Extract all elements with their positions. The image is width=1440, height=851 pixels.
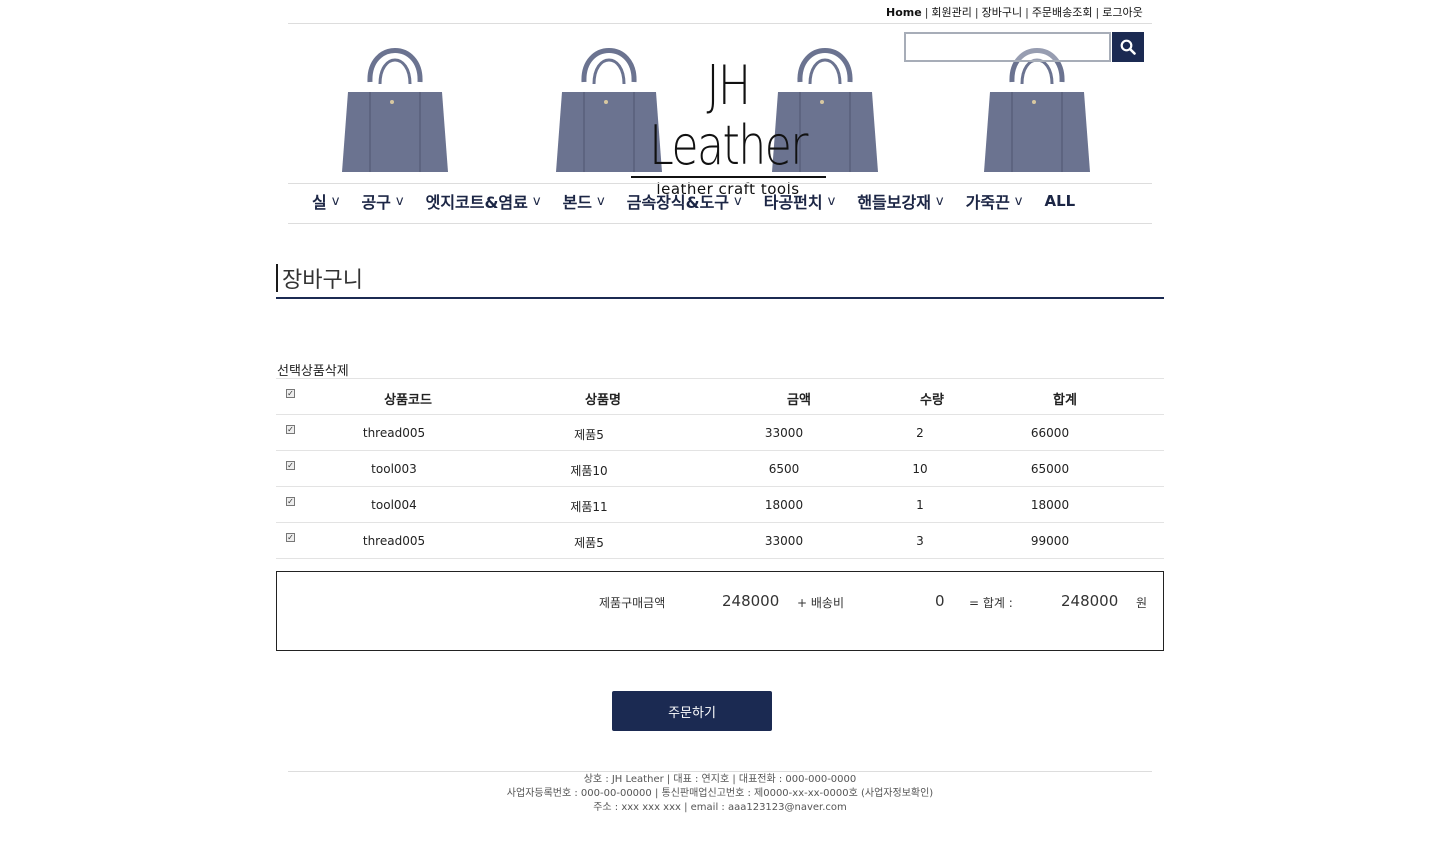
nav-item-edgecoat[interactable]: 엣지코트&염료 v bbox=[426, 189, 541, 213]
table-row: ✓ thread005 제품5 33000 3 99000 bbox=[276, 522, 1164, 559]
order-tracking-link[interactable]: 주문배송조회 bbox=[1032, 6, 1093, 19]
delete-selected-button[interactable]: 선택상품삭제 bbox=[277, 360, 349, 379]
cell-name: 제품5 bbox=[574, 536, 604, 550]
grand-total-value: 248000 bbox=[1061, 592, 1119, 610]
cell-name: 제품11 bbox=[570, 500, 608, 514]
cell-price: 33000 bbox=[764, 534, 804, 548]
footer-contact-info: 주소 : xxx xxx xxx | email : aaa123123@nav… bbox=[593, 802, 847, 813]
page-title: 장바구니 bbox=[276, 262, 363, 294]
cell-price: 18000 bbox=[764, 498, 804, 512]
nav-item-thread[interactable]: 실v bbox=[312, 189, 339, 213]
grand-total-label: = 합계 : bbox=[969, 596, 1013, 610]
cell-code: tool003 bbox=[371, 462, 417, 476]
header-price: 금액 bbox=[787, 393, 811, 408]
select-all-checkbox[interactable]: ✓ bbox=[286, 389, 295, 398]
member-link[interactable]: 회원관리 bbox=[931, 6, 971, 19]
chevron-down-icon: v bbox=[331, 193, 340, 209]
cell-price: 6500 bbox=[768, 462, 800, 476]
cell-qty: 3 bbox=[916, 534, 924, 548]
footer-registration-info: 사업자등록번호 : 000-00-00000 | 통신판매업신고번호 : 제00… bbox=[506, 788, 934, 799]
cell-code: tool004 bbox=[371, 498, 417, 512]
nav-item-tools[interactable]: 공구 v bbox=[361, 189, 403, 213]
top-divider bbox=[288, 23, 1152, 24]
footer: 상호 : JH Leather | 대표 : 연지호 | 대표전화 : 000-… bbox=[288, 773, 1152, 815]
chevron-down-icon: v bbox=[395, 193, 404, 209]
cart-table: ✓ 상품코드 상품명 금액 수량 합계 ✓ thread005 제품5 3300… bbox=[276, 378, 1164, 559]
chevron-down-icon: v bbox=[532, 193, 541, 209]
table-row: ✓ tool003 제품10 6500 10 65000 bbox=[276, 450, 1164, 487]
nav-item-strap[interactable]: 가죽끈 v bbox=[966, 189, 1023, 213]
nav-item-metal[interactable]: 금속장식&도구 v bbox=[627, 189, 742, 213]
page-title-text: 장바구니 bbox=[282, 268, 363, 293]
search-button[interactable] bbox=[1112, 32, 1144, 62]
chevron-down-icon: v bbox=[827, 193, 836, 209]
table-row: ✓ tool004 제품11 18000 1 18000 bbox=[276, 486, 1164, 523]
footer-divider bbox=[288, 771, 1152, 772]
cell-total: 65000 bbox=[1030, 462, 1070, 476]
header-total: 합계 bbox=[1053, 393, 1077, 408]
header-qty: 수량 bbox=[920, 393, 944, 408]
chevron-down-icon: v bbox=[1014, 193, 1023, 209]
shipping-value: 0 bbox=[935, 592, 945, 610]
logo-text: JH Leather bbox=[649, 54, 808, 177]
cell-qty: 10 bbox=[912, 462, 928, 476]
bag-image bbox=[342, 48, 448, 172]
chevron-down-icon: v bbox=[734, 193, 742, 209]
order-summary: 제품구매금액 248000 + 배송비 0 = 합계 : 248000 원 bbox=[276, 571, 1164, 651]
cell-code: thread005 bbox=[362, 534, 426, 548]
cell-name: 제품5 bbox=[574, 428, 604, 442]
header-code: 상품코드 bbox=[384, 393, 432, 408]
cell-name: 제품10 bbox=[570, 464, 608, 478]
order-button[interactable]: 주문하기 bbox=[612, 691, 772, 731]
top-links: Home | 회원관리 | 장바구니 | 주문배송조회 | 로그아웃 bbox=[886, 6, 1143, 19]
logo[interactable]: JH Leather leather craft tools bbox=[623, 56, 833, 198]
nav-item-bond[interactable]: 본드 v bbox=[563, 189, 605, 213]
cell-total: 18000 bbox=[1030, 498, 1070, 512]
cell-total: 99000 bbox=[1030, 534, 1070, 548]
shipping-label: + 배송비 bbox=[797, 596, 844, 610]
cell-qty: 2 bbox=[916, 426, 924, 440]
row-checkbox[interactable]: ✓ bbox=[286, 425, 295, 434]
search-icon bbox=[1120, 39, 1136, 55]
row-checkbox[interactable]: ✓ bbox=[286, 533, 295, 542]
table-row: ✓ thread005 제품5 33000 2 66000 bbox=[276, 414, 1164, 451]
table-header-row: ✓ 상품코드 상품명 금액 수량 합계 bbox=[276, 378, 1164, 415]
nav-divider bbox=[288, 223, 1152, 224]
cell-price: 33000 bbox=[764, 426, 804, 440]
category-nav: 실v 공구 v 엣지코트&염료 v 본드 v 금속장식&도구 v 타공펀치 v 핸들보강재… bbox=[312, 187, 1075, 215]
cell-code: thread005 bbox=[362, 426, 426, 440]
cell-qty: 1 bbox=[916, 498, 924, 512]
logout-link[interactable]: 로그아웃 bbox=[1102, 6, 1142, 19]
purchase-amount-label: 제품구매금액 bbox=[599, 596, 666, 610]
footer-company-info: 상호 : JH Leather | 대표 : 연지호 | 대표전화 : 000-… bbox=[583, 774, 857, 785]
row-checkbox[interactable]: ✓ bbox=[286, 461, 295, 470]
title-divider bbox=[276, 297, 1164, 299]
search-input[interactable] bbox=[904, 32, 1111, 62]
row-checkbox[interactable]: ✓ bbox=[286, 497, 295, 506]
nav-divider bbox=[288, 183, 1152, 184]
nav-item-all[interactable]: ALL bbox=[1045, 192, 1076, 210]
title-accent bbox=[276, 264, 278, 292]
nav-item-punch[interactable]: 타공펀치 v bbox=[764, 189, 836, 213]
cell-total: 66000 bbox=[1030, 426, 1070, 440]
header-name: 상품명 bbox=[585, 393, 621, 408]
purchase-amount-value: 248000 bbox=[722, 592, 780, 610]
cart-link[interactable]: 장바구니 bbox=[982, 6, 1022, 19]
chevron-down-icon: v bbox=[597, 193, 605, 209]
chevron-down-icon: v bbox=[935, 193, 944, 209]
currency-label: 원 bbox=[1136, 596, 1148, 610]
home-link[interactable]: Home bbox=[886, 6, 922, 19]
nav-item-handle[interactable]: 핸들보강재 v bbox=[857, 189, 943, 213]
